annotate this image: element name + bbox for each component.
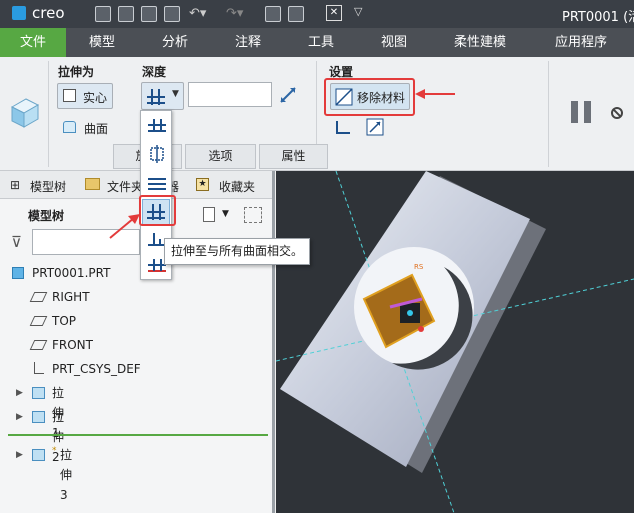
folder-icon [85,178,100,190]
open-icon[interactable] [141,6,157,22]
creo-logo-icon [12,6,26,20]
pause-icon[interactable] [571,101,578,123]
depth-value-input[interactable] [188,82,272,107]
datum-plane-icon [29,292,48,302]
tab-model-tree[interactable]: 模型树 [30,178,66,195]
menu-bar: 文件 模型 分析 注释 工具 视图 柔性建模 应用程序 [0,28,634,57]
surface-icon [63,121,76,133]
filter-icon: ⊽ [11,233,22,251]
model-tree-tab-icon: ⊞ [10,178,21,192]
redo-icon[interactable]: ↷▾ [226,6,243,21]
show-icon[interactable] [244,207,262,223]
tree-item-label: PRT_CSYS_DEF [52,362,141,376]
depth-type-dropdown[interactable]: ▼ [141,82,184,110]
solid-button[interactable]: 实心 [57,83,113,109]
divider [548,61,549,167]
surface-button[interactable]: 曲面 [62,117,122,139]
pause-icon-bar [584,101,591,123]
extrude-icon [32,387,45,399]
remove-material-icon [335,88,353,106]
save-icon[interactable] [164,6,180,22]
extrude-icon [32,449,45,461]
tree-item-label: TOP [52,314,77,328]
depth-tooltip: 拉伸至与所有曲面相交。 [164,238,311,265]
graphics-viewport[interactable]: RS [276,171,634,513]
extrude-feature-icon [10,98,40,128]
red-arrow-annotation [415,89,455,99]
menu-view[interactable]: 视图 [366,28,422,57]
datum-plane-icon [29,316,48,326]
csys-icon [34,362,44,374]
tab-options[interactable]: 选项 [185,144,256,169]
window-title: PRT0001 (活 [562,10,634,25]
datum-plane-icon [29,340,48,350]
extrude-as-label: 拉伸为 [58,65,95,79]
tree-item-label: RIGHT [52,290,90,304]
panel-tabs: ⊞ 模型树 文件夹浏览器 ★ 收藏夹 [0,171,272,199]
insert-indicator [8,434,268,436]
expand-arrow-icon[interactable]: ▶ [16,407,23,427]
regenerate-icon[interactable] [265,6,281,22]
symmetric-icon[interactable] [148,145,166,163]
menu-model[interactable]: 模型 [74,28,130,57]
option-highlight [139,195,176,226]
menu-tools[interactable]: 工具 [293,28,349,57]
customize-qat-icon[interactable]: ▽ [354,5,362,18]
blind-icon[interactable] [147,117,167,133]
model-tree-label: 模型树 [28,209,65,223]
close-window-icon[interactable]: ✕ [326,5,342,21]
drag-handle[interactable] [407,310,413,316]
part-icon [12,267,24,279]
flip-direction-icon[interactable] [278,85,298,105]
thicken-sketch-icon[interactable] [336,121,350,134]
through-all-icon [147,89,165,105]
taper-icon[interactable] [366,118,384,136]
divider [48,61,49,167]
remove-material-button[interactable]: 移除材料 [330,83,410,110]
expand-arrow-icon[interactable]: ▶ [16,445,23,465]
no-preview-icon[interactable] [611,107,623,119]
tree-item-label: 拉伸 3 [60,448,73,502]
favorites-icon: ★ [196,178,209,191]
app-logo-text: creo [32,4,65,22]
title-bar: creo ↶▾ ↷▾ ✕ ▽ PRT0001 (活 [0,0,634,28]
tab-properties[interactable]: 属性 [259,144,328,169]
menu-flexible-modeling[interactable]: 柔性建模 [443,28,517,57]
to-next-icon[interactable] [147,175,167,193]
print-icon[interactable] [118,6,134,22]
menu-analysis[interactable]: 分析 [147,28,203,57]
tree-settings-icon[interactable] [203,207,215,222]
tree-item-label: PRT0001.PRT [32,266,111,280]
tree-item-label: FRONT [52,338,93,352]
model-view[interactable]: RS [276,171,634,513]
chevron-down-icon: ▼ [172,89,179,99]
solid-icon [63,89,76,102]
tab-favorites[interactable]: 收藏夹 [219,178,255,195]
active-feature-icon: * [52,446,57,456]
remove-material-label: 移除材料 [357,91,406,105]
undo-icon[interactable]: ↶▾ [189,6,206,21]
new-file-icon[interactable] [95,6,111,22]
chevron-down-icon[interactable]: ▼ [222,209,229,219]
solid-label: 实心 [83,91,108,105]
extrude-icon [32,411,45,423]
extrude-dashboard: 拉伸为 实心 曲面 深度 ▼ 设置 移除材料 选项 属性 [0,57,634,171]
windows-icon[interactable] [288,6,304,22]
surface-label: 曲面 [84,122,109,136]
menu-file[interactable]: 文件 [0,28,66,57]
menu-applications[interactable]: 应用程序 [541,28,621,57]
menu-annotate[interactable]: 注释 [220,28,276,57]
expand-arrow-icon[interactable]: ▶ [16,383,23,403]
red-arrow-annotation [109,214,140,239]
depth-label: 深度 [142,65,167,79]
depth-handle[interactable] [418,326,424,332]
dimension-tag: RS [414,263,424,271]
